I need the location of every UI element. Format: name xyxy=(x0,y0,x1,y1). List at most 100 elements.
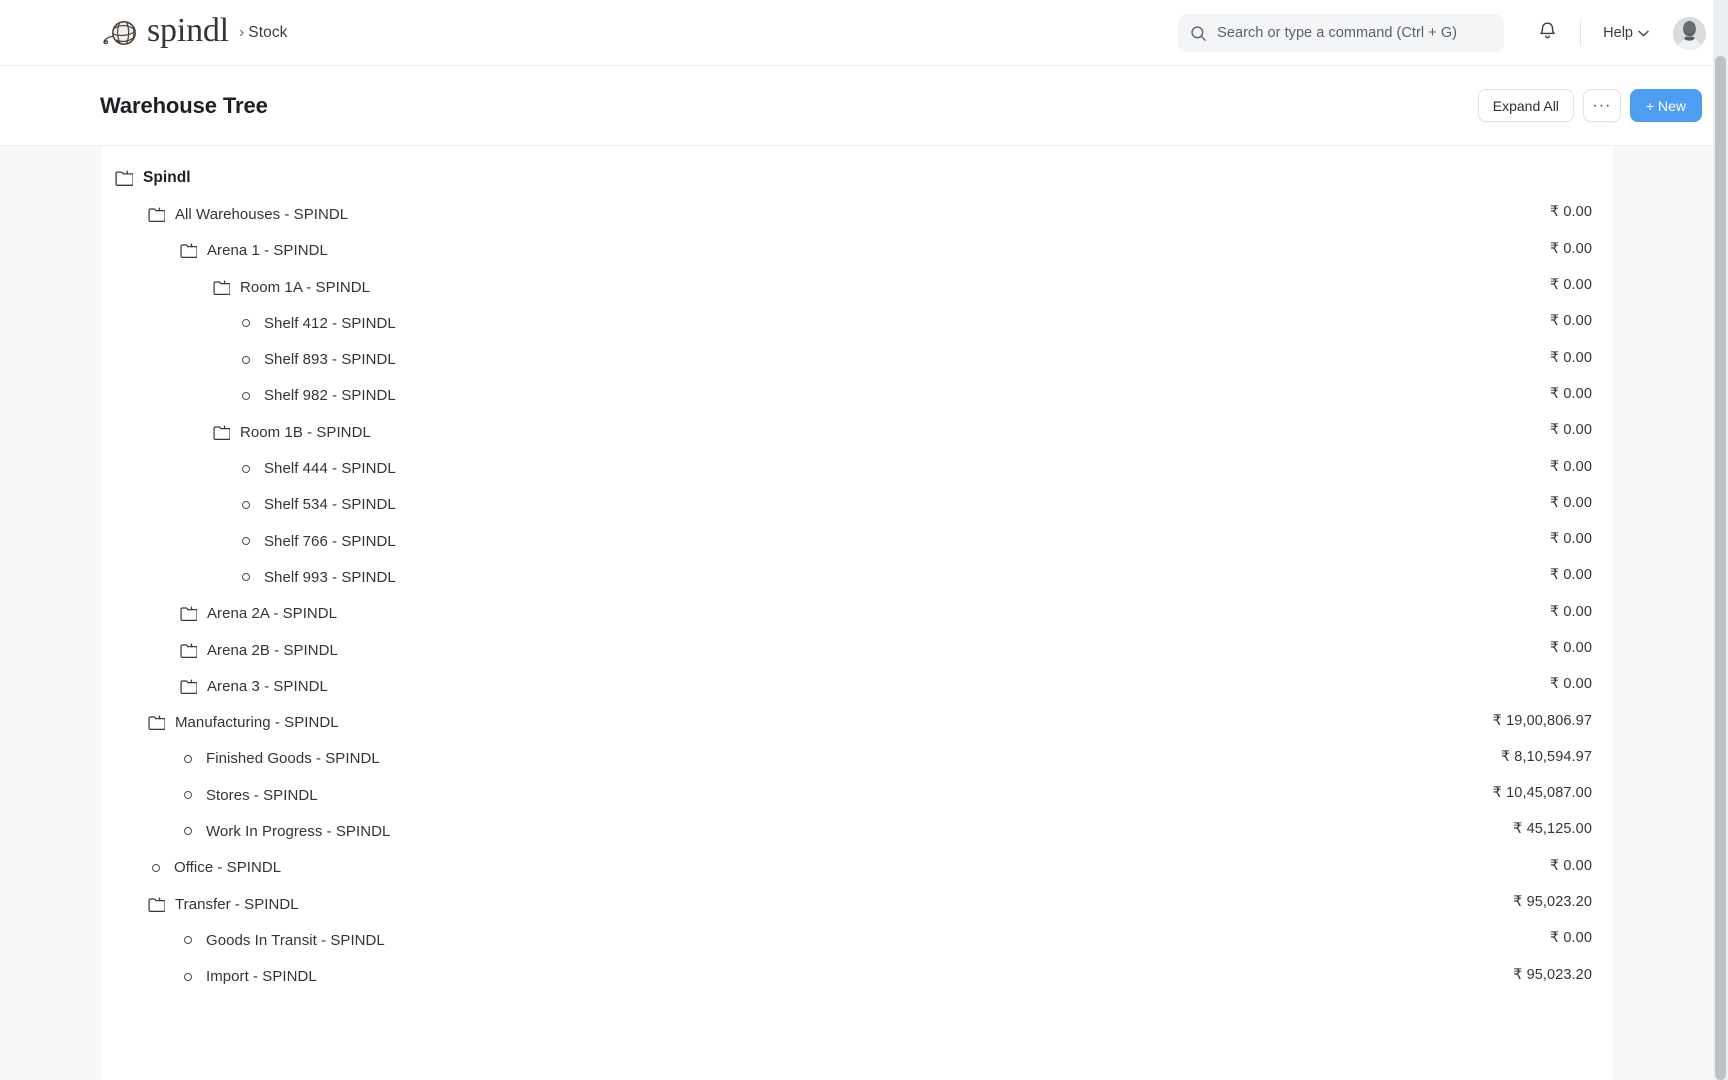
tree-node-label: Manufacturing - SPINDL xyxy=(175,714,339,731)
page-scrollbar[interactable] xyxy=(1713,0,1728,1080)
tree-node-balance: ₹ 19,00,806.97 xyxy=(1493,713,1592,729)
tree-node[interactable]: Work In Progress - SPINDL xyxy=(180,823,390,840)
tree-row[interactable]: Goods In Transit - SPINDL ₹ 0.00 xyxy=(101,922,1614,958)
tree-node[interactable]: Spindl xyxy=(115,169,191,187)
tree-node-label: Import - SPINDL xyxy=(206,968,317,985)
tree-node[interactable]: Stores - SPINDL xyxy=(180,787,318,804)
tree-node-label: Arena 3 - SPINDL xyxy=(207,678,328,695)
tree-node[interactable]: Arena 1 - SPINDL xyxy=(180,242,328,259)
tree-row[interactable]: Shelf 982 - SPINDL₹ 0.00 xyxy=(101,378,1614,414)
tree-row[interactable]: Manufacturing - SPINDL ₹ 19,00,806.97 xyxy=(101,704,1614,740)
leaf-node-icon xyxy=(242,501,250,509)
tree-row[interactable]: Shelf 444 - SPINDL₹ 0.00 xyxy=(101,450,1614,486)
navbar-divider xyxy=(1580,20,1581,46)
tree-node[interactable]: Shelf 444 - SPINDL xyxy=(238,460,396,477)
tree-node[interactable]: Shelf 993 - SPINDL xyxy=(238,569,396,586)
folder-icon xyxy=(213,280,230,295)
tree-node-label: Arena 2B - SPINDL xyxy=(207,642,338,659)
tree-row[interactable]: Office - SPINDL₹ 0.00 xyxy=(101,850,1614,886)
tree-row[interactable]: Finished Goods - SPINDL₹ 8,10,594.97 xyxy=(101,741,1614,777)
tree-node-balance: ₹ 0.00 xyxy=(1550,422,1592,438)
tree-row[interactable]: Shelf 534 - SPINDL ₹ 0.00 xyxy=(101,487,1614,523)
tree-row[interactable]: Arena 2A - SPINDL₹ 0.00 xyxy=(101,596,1614,632)
tree-row[interactable]: Room 1B - SPINDL ₹ 0.00 xyxy=(101,414,1614,450)
brand-home-link[interactable]: spindl xyxy=(98,14,229,52)
tree-node-label: Room 1B - SPINDL xyxy=(240,424,371,441)
leaf-node-icon xyxy=(184,755,192,763)
tree-node-balance: ₹ 0.00 xyxy=(1550,531,1592,547)
tree-row[interactable]: Work In Progress - SPINDL₹ 45,125.00 xyxy=(101,813,1614,849)
tree-row[interactable]: Spindl xyxy=(101,160,1614,196)
tree-row[interactable]: All Warehouses - SPINDL ₹ 0.00 xyxy=(101,196,1614,232)
tree-node-label: Arena 2A - SPINDL xyxy=(207,605,337,622)
expand-all-button[interactable]: Expand All xyxy=(1478,89,1574,122)
breadcrumb-stock[interactable]: Stock xyxy=(248,24,287,42)
tree-row[interactable]: Arena 2B - SPINDL ₹ 0.00 xyxy=(101,632,1614,668)
tree-node-label: Goods In Transit - SPINDL xyxy=(206,932,385,949)
avatar[interactable] xyxy=(1673,17,1706,50)
tree-node-label: Shelf 893 - SPINDL xyxy=(264,351,396,368)
search-input[interactable]: Search or type a command (Ctrl + G) xyxy=(1178,14,1504,52)
tree-node[interactable]: Room 1A - SPINDL xyxy=(213,279,370,296)
tree-node-label: Shelf 993 - SPINDL xyxy=(264,569,396,586)
tree-node[interactable]: Finished Goods - SPINDL xyxy=(180,750,380,767)
page-title: Warehouse Tree xyxy=(100,93,268,119)
leaf-node-icon xyxy=(184,973,192,981)
leaf-node-icon xyxy=(184,936,192,944)
tree-row[interactable]: Import - SPINDL ₹ 95,023.20 xyxy=(101,959,1614,995)
tree-node[interactable]: Shelf 766 - SPINDL xyxy=(238,533,396,550)
tree-node[interactable]: Shelf 982 - SPINDL xyxy=(238,387,396,404)
tree-row[interactable]: Arena 3 - SPINDL ₹ 0.00 xyxy=(101,668,1614,704)
tree-node[interactable]: Office - SPINDL xyxy=(148,859,281,876)
tree-node-label: Arena 1 - SPINDL xyxy=(207,242,328,259)
tree-node-balance: ₹ 0.00 xyxy=(1550,676,1592,692)
leaf-node-icon xyxy=(242,465,250,473)
folder-icon xyxy=(180,679,197,694)
leaf-node-icon xyxy=(242,392,250,400)
tree-node[interactable]: All Warehouses - SPINDL xyxy=(148,206,348,223)
tree-node[interactable]: Arena 2A - SPINDL xyxy=(180,605,337,622)
top-navbar: spindl › Stock Search or type a command … xyxy=(0,0,1728,66)
tree-node[interactable]: Goods In Transit - SPINDL xyxy=(180,932,385,949)
tree-row[interactable]: Shelf 412 - SPINDL ₹ 0.00 xyxy=(101,305,1614,341)
tree-node-balance: ₹ 0.00 xyxy=(1550,640,1592,656)
tree-node[interactable]: Arena 3 - SPINDL xyxy=(180,678,328,695)
folder-icon xyxy=(180,243,197,258)
notifications-button[interactable] xyxy=(1528,14,1566,52)
tree-node-label: Shelf 766 - SPINDL xyxy=(264,533,396,550)
tree-node-label: Shelf 444 - SPINDL xyxy=(264,460,396,477)
help-menu-button[interactable]: Help xyxy=(1599,19,1653,47)
yarn-ball-logo-icon xyxy=(98,16,140,50)
tree-row[interactable]: Arena 1 - SPINDL₹ 0.00 xyxy=(101,233,1614,269)
tree-row[interactable]: Shelf 893 - SPINDL₹ 0.00 xyxy=(101,341,1614,377)
tree-node[interactable]: Room 1B - SPINDL xyxy=(213,424,371,441)
tree-node[interactable]: Arena 2B - SPINDL xyxy=(180,642,338,659)
tree-node-balance: ₹ 0.00 xyxy=(1550,567,1592,583)
tree-node[interactable]: Shelf 534 - SPINDL xyxy=(238,496,396,513)
tree-node-balance: ₹ 95,023.20 xyxy=(1513,967,1592,983)
tree-row[interactable]: Shelf 766 - SPINDL ₹ 0.00 xyxy=(101,523,1614,559)
tree-row[interactable]: Stores - SPINDL ₹ 10,45,087.00 xyxy=(101,777,1614,813)
tree-row[interactable]: Transfer - SPINDL₹ 95,023.20 xyxy=(101,886,1614,922)
tree-row[interactable]: Room 1A - SPINDL ₹ 0.00 xyxy=(101,269,1614,305)
tree-node[interactable]: Manufacturing - SPINDL xyxy=(148,714,339,731)
chevron-down-icon xyxy=(1638,25,1649,41)
tree-row[interactable]: Shelf 993 - SPINDL ₹ 0.00 xyxy=(101,559,1614,595)
tree-node[interactable]: Shelf 893 - SPINDL xyxy=(238,351,396,368)
tree-node-balance: ₹ 10,45,087.00 xyxy=(1493,785,1592,801)
tree-node-balance: ₹ 0.00 xyxy=(1550,204,1592,220)
tree-node-balance: ₹ 0.00 xyxy=(1550,930,1592,946)
tree-node[interactable]: Transfer - SPINDL xyxy=(148,896,299,913)
warehouse-tree: SpindlAll Warehouses - SPINDL₹ 0.00Arena… xyxy=(101,146,1615,1080)
more-options-button[interactable]: ··· xyxy=(1583,89,1621,122)
new-button[interactable]: + New xyxy=(1630,89,1702,122)
tree-node-balance: ₹ 0.00 xyxy=(1550,495,1592,511)
tree-node-balance: ₹ 0.00 xyxy=(1550,277,1592,293)
tree-node-label: Shelf 982 - SPINDL xyxy=(264,387,396,404)
tree-node-label: Room 1A - SPINDL xyxy=(240,279,370,296)
tree-node-balance: ₹ 0.00 xyxy=(1550,313,1592,329)
tree-node[interactable]: Shelf 412 - SPINDL xyxy=(238,315,396,332)
tree-node-label: Shelf 534 - SPINDL xyxy=(264,496,396,513)
scrollbar-thumb[interactable] xyxy=(1715,56,1726,1080)
tree-node[interactable]: Import - SPINDL xyxy=(180,968,317,985)
